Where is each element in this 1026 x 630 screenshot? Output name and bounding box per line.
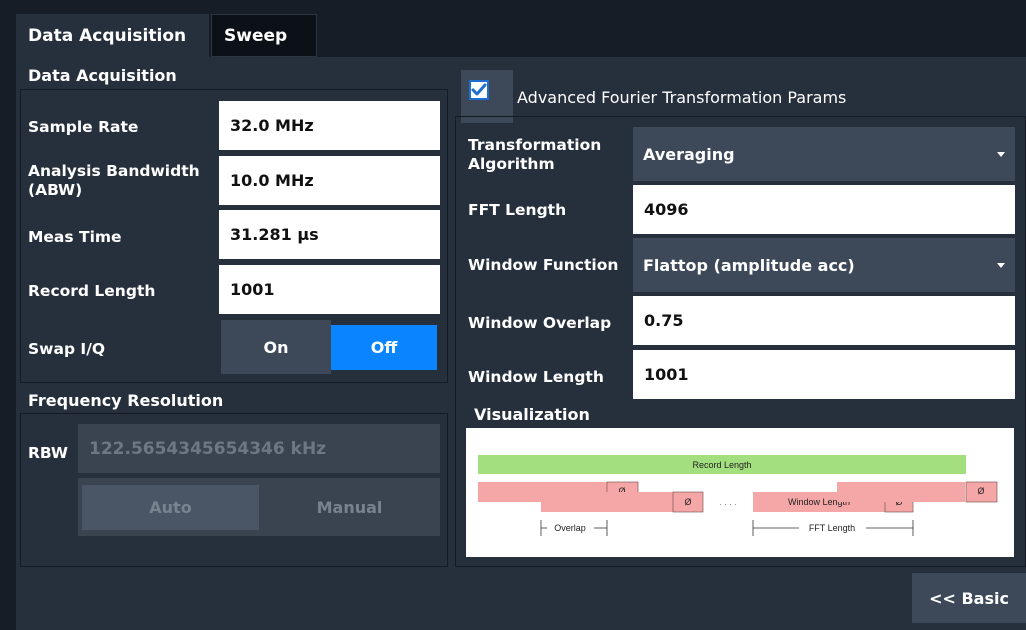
basic-button[interactable]: << Basic — [912, 573, 1026, 623]
rbw-field: 122.5654345654346 kHz — [78, 424, 440, 473]
window-block-2 — [541, 492, 673, 512]
transformation-algorithm-value: Averaging — [643, 144, 735, 164]
zero-pad-4-symbol: Ø — [977, 486, 984, 496]
sample-rate-label: Sample Rate — [28, 118, 139, 136]
record-length-label: Record Length — [28, 282, 156, 300]
window-function-label: Window Function — [468, 256, 619, 274]
swap-iq-off-button[interactable]: Off — [331, 325, 437, 370]
overlap-label: Overlap — [554, 523, 586, 533]
frequency-resolution-section-title: Frequency Resolution — [28, 391, 224, 410]
visualization-diagram: Record Length Ø Ø . . . . Window Length … — [466, 428, 1014, 557]
tab-sweep[interactable]: Sweep — [211, 14, 317, 57]
fft-length-diagram-label: FFT Length — [809, 523, 855, 533]
window-length-label: Window Length — [468, 368, 604, 386]
window-block-4 — [837, 482, 965, 502]
window-overlap-field[interactable]: 0.75 — [633, 296, 1015, 345]
record-length-field[interactable]: 1001 — [219, 265, 440, 314]
ellipsis-text: . . . . — [719, 497, 737, 507]
zero-pad-2-symbol: Ø — [684, 497, 691, 507]
swap-iq-on-button[interactable]: On — [221, 320, 331, 374]
window-length-field[interactable]: 1001 — [633, 350, 1015, 399]
window-function-dropdown[interactable]: Flattop (amplitude acc) — [633, 238, 1015, 292]
transformation-algorithm-label: Transformation Algorithm — [468, 136, 602, 173]
visualization-title: Visualization — [474, 405, 590, 424]
chevron-down-icon — [997, 152, 1005, 157]
meas-time-label: Meas Time — [28, 228, 122, 246]
fft-length-field[interactable]: 4096 — [633, 185, 1015, 234]
swap-iq-label: Swap I/Q — [28, 340, 106, 358]
advanced-checkbox-label: Advanced Fourier Transformation Params — [517, 88, 847, 107]
sample-rate-field[interactable]: 32.0 MHz — [219, 101, 440, 150]
tab-data-acquisition[interactable]: Data Acquisition — [16, 14, 209, 57]
window-overlap-label: Window Overlap — [468, 314, 612, 332]
meas-time-field[interactable]: 31.281 µs — [219, 210, 440, 259]
record-length-bar-label: Record Length — [692, 460, 751, 470]
data-acquisition-section-title: Data Acquisition — [28, 66, 177, 85]
checkbox-checked-icon — [469, 80, 489, 100]
transformation-algorithm-dropdown[interactable]: Averaging — [633, 127, 1015, 181]
rbw-manual-button: Manual — [316, 498, 383, 517]
abw-field[interactable]: 10.0 MHz — [219, 156, 440, 205]
rbw-auto-button: Auto — [82, 485, 259, 530]
window-function-value: Flattop (amplitude acc) — [643, 255, 855, 275]
rbw-label: RBW — [28, 444, 68, 462]
abw-label: Analysis Bandwidth (ABW) — [28, 162, 200, 199]
chevron-down-icon — [997, 263, 1005, 268]
fft-length-label: FFT Length — [468, 201, 567, 219]
